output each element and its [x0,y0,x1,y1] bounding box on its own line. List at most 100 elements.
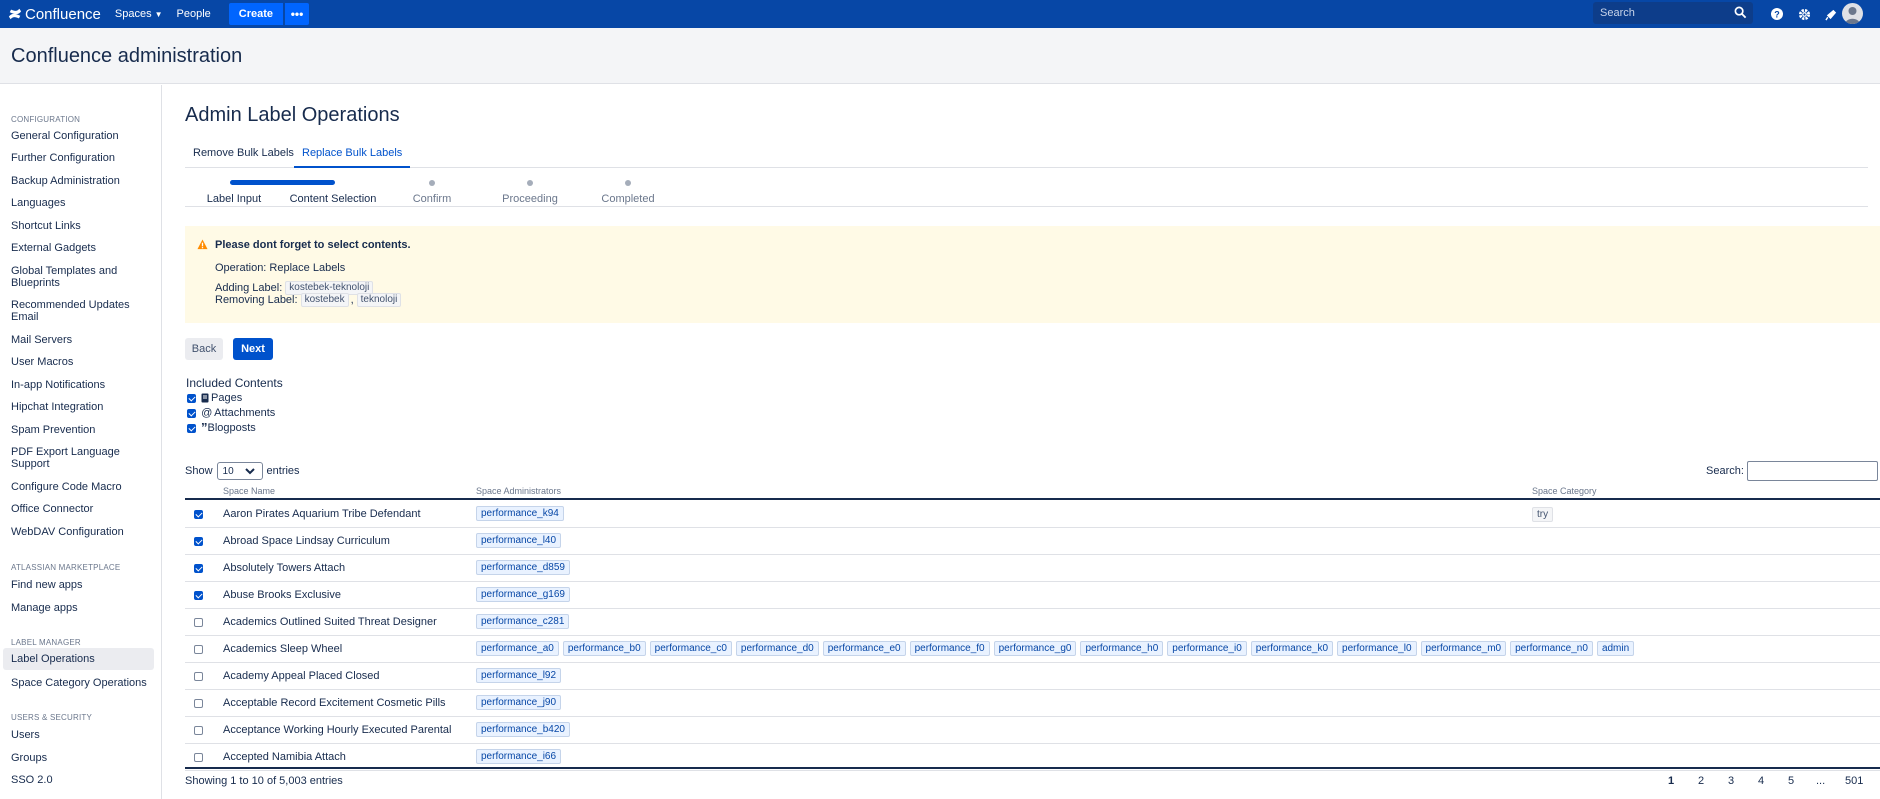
sidebar-item-shortcut-links[interactable]: Shortcut Links [11,220,151,232]
tab-remove-bulk-labels[interactable]: Remove Bulk Labels [185,144,302,168]
sidebar-item-find-new-apps[interactable]: Find new apps [11,579,151,591]
sidebar-item-global-templates[interactable]: Global Templates and Blueprints [11,265,151,289]
space-name[interactable]: Acceptable Record Excitement Cosmetic Pi… [223,697,446,709]
row-checkbox[interactable] [194,726,203,735]
admin-user-tag[interactable]: admin [1596,641,1635,656]
row-checkbox[interactable] [194,618,203,627]
space-name[interactable]: Accepted Namibia Attach [223,751,346,763]
row-checkbox[interactable] [194,645,203,654]
sidebar-item-space-category-operations[interactable]: Space Category Operations [11,677,151,689]
admin-user-tag[interactable]: performance_k94 [476,506,564,521]
space-name[interactable]: Abroad Space Lindsay Curriculum [223,535,390,547]
sidebar-item-sso[interactable]: SSO 2.0 [11,774,151,786]
sidebar-item-languages[interactable]: Languages [11,197,151,209]
notifications-megaphone-icon[interactable] [1822,5,1840,23]
admin-user-tag[interactable]: performance_n0 [1510,641,1593,656]
sidebar-item-backup-administration[interactable]: Backup Administration [11,175,151,187]
admin-user-tag[interactable]: performance_b420 [476,722,570,737]
sidebar-item-hipchat-integration[interactable]: Hipchat Integration [11,401,151,413]
sidebar-item-general-configuration[interactable]: General Configuration [11,130,151,142]
spaces-menu[interactable]: Spaces ▼ [115,8,163,20]
include-attachments[interactable]: @ Attachments [187,407,275,419]
admin-user-tag[interactable]: performance_j90 [476,695,562,710]
pages-checkbox[interactable] [187,393,196,403]
admin-user-tag[interactable]: performance_l92 [476,668,562,683]
people-link[interactable]: People [177,8,211,20]
sidebar-item-mail-servers[interactable]: Mail Servers [11,334,151,346]
include-pages[interactable]: Pages [187,392,242,404]
space-name[interactable]: Acceptance Working Hourly Executed Paren… [223,724,451,736]
admin-user-tag[interactable]: performance_a0 [476,641,559,656]
pagination-page-1[interactable]: 1 [1668,775,1674,787]
admin-user-tag[interactable]: performance_f0 [909,641,990,656]
admin-user-tag[interactable]: performance_k0 [1250,641,1334,656]
entries-select[interactable]: 10 [216,462,263,480]
next-button[interactable]: Next [233,338,273,360]
attachments-checkbox[interactable] [187,408,196,418]
pagination-page-5[interactable]: 5 [1788,775,1794,787]
admin-user-tag[interactable]: performance_h0 [1080,641,1164,656]
include-blogposts[interactable]: ” Blogposts [187,421,256,434]
admin-user-tag[interactable]: performance_c0 [649,641,732,656]
space-category-tag[interactable]: try [1532,507,1554,522]
removing-label-tag[interactable]: teknoloji [356,293,402,307]
settings-gear-icon[interactable] [1795,5,1813,23]
admin-user-tag[interactable]: performance_e0 [822,641,906,656]
blogposts-checkbox[interactable] [187,423,196,433]
sidebar-item-manage-apps[interactable]: Manage apps [11,602,151,614]
sidebar-item-label-operations[interactable]: Label Operations [3,648,154,670]
space-name[interactable]: Academy Appeal Placed Closed [223,670,380,682]
row-checkbox[interactable] [194,537,203,546]
admin-user-tag[interactable]: performance_i0 [1167,641,1247,656]
admin-user-tag[interactable]: performance_g0 [993,641,1077,656]
row-checkbox[interactable] [194,699,203,708]
admin-user-tag[interactable]: performance_b0 [562,641,646,656]
admin-user-tag[interactable]: performance_l0 [1337,641,1417,656]
sidebar-item-external-gadgets[interactable]: External Gadgets [11,242,151,254]
sidebar-item-recommended-updates-email[interactable]: Recommended Updates Email [11,299,151,323]
confluence-logo[interactable]: Confluence [8,6,101,23]
header-space-category[interactable]: Space Category [1532,486,1597,496]
admin-user-tag[interactable]: performance_d859 [476,560,570,575]
create-button[interactable]: Create [228,3,284,25]
space-name[interactable]: Abuse Brooks Exclusive [223,589,341,601]
row-checkbox[interactable] [194,591,203,600]
sidebar-item-spam-prevention[interactable]: Spam Prevention [11,424,151,436]
space-name[interactable]: Aaron Pirates Aquarium Tribe Defendant [223,508,421,520]
row-checkbox[interactable] [194,510,203,519]
admin-user-tag[interactable]: performance_g169 [476,587,570,602]
sidebar-item-user-macros[interactable]: User Macros [11,356,151,368]
sidebar-item-office-connector[interactable]: Office Connector [11,503,151,515]
user-avatar[interactable] [1842,3,1863,24]
pagination-page-4[interactable]: 4 [1758,775,1764,787]
search-input[interactable]: Search [1593,2,1753,24]
pagination-page-2[interactable]: 2 [1698,775,1704,787]
row-checkbox[interactable] [194,753,203,762]
admin-user-tag[interactable]: performance_i66 [476,749,562,764]
row-checkbox[interactable] [194,672,203,681]
pagination-page-3[interactable]: 3 [1728,775,1734,787]
admin-user-tag[interactable]: performance_m0 [1420,641,1507,656]
space-name[interactable]: Academics Outlined Suited Threat Designe… [223,616,437,628]
space-name[interactable]: Absolutely Towers Attach [223,562,345,574]
tab-replace-bulk-labels[interactable]: Replace Bulk Labels [294,144,411,168]
back-button[interactable]: Back [185,338,223,360]
admin-user-tag[interactable]: performance_l40 [476,533,562,548]
sidebar-item-in-app-notifications[interactable]: In-app Notifications [11,379,151,391]
table-search-input[interactable] [1746,461,1878,481]
sidebar-item-users[interactable]: Users [11,729,151,741]
sidebar-item-pdf-export-language[interactable]: PDF Export Language Support [11,446,151,470]
sidebar-item-further-configuration[interactable]: Further Configuration [11,152,151,164]
removing-label-tag[interactable]: kostebek [300,293,349,307]
help-icon[interactable]: ? [1768,5,1786,23]
header-space-administrators[interactable]: Space Administrators [476,486,561,496]
more-create-button[interactable]: ••• [285,3,310,25]
pagination-page-last[interactable]: 501 [1845,775,1863,787]
sidebar-item-groups[interactable]: Groups [11,752,151,764]
space-name[interactable]: Academics Sleep Wheel [223,643,342,655]
row-checkbox[interactable] [194,564,203,573]
sidebar-item-webdav-configuration[interactable]: WebDAV Configuration [11,526,151,538]
sidebar-item-configure-code-macro[interactable]: Configure Code Macro [11,481,151,493]
admin-user-tag[interactable]: performance_d0 [735,641,819,656]
header-space-name[interactable]: Space Name [223,486,275,496]
